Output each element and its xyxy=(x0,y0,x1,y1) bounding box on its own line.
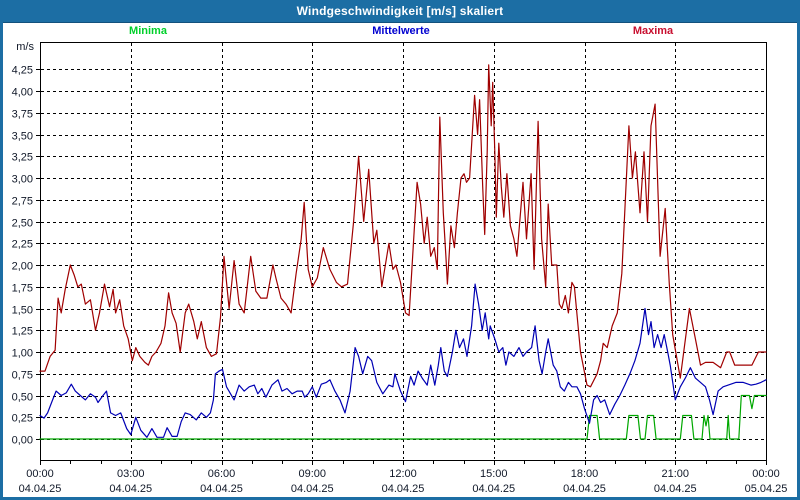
svg-text:2,25: 2,25 xyxy=(12,239,33,251)
svg-text:04.04.25: 04.04.25 xyxy=(109,483,152,495)
svg-text:0,00: 0,00 xyxy=(12,435,33,447)
legend-mittelwerte: Mittelwerte xyxy=(372,25,430,37)
legend-minima: Minima xyxy=(129,25,167,37)
svg-text:04.04.25: 04.04.25 xyxy=(200,483,243,495)
svg-text:12:00: 12:00 xyxy=(389,468,417,480)
svg-text:2,75: 2,75 xyxy=(12,196,33,208)
app-window: 0,00 0,25 0,50 0,75 1,00 1,25 1,50 1,75 2,00 2,25… xyxy=(0,0,800,500)
svg-text:3,00: 3,00 xyxy=(12,174,33,186)
svg-text:03:00: 03:00 xyxy=(117,468,145,480)
svg-text:3,75: 3,75 xyxy=(12,109,33,121)
svg-text:1,00: 1,00 xyxy=(12,348,33,360)
svg-text:4,25: 4,25 xyxy=(12,65,33,77)
svg-text:4,00: 4,00 xyxy=(12,87,33,99)
window-title: Windgeschwindigkeit [m/s] skaliert xyxy=(296,4,504,18)
svg-text:0,25: 0,25 xyxy=(12,413,33,425)
svg-text:1,75: 1,75 xyxy=(12,283,33,295)
svg-text:04.04.25: 04.04.25 xyxy=(19,483,62,495)
svg-text:0,50: 0,50 xyxy=(12,392,33,404)
svg-text:04.04.25: 04.04.25 xyxy=(654,483,697,495)
svg-text:09:00: 09:00 xyxy=(298,468,326,480)
svg-text:04.04.25: 04.04.25 xyxy=(472,483,515,495)
title-bar: Windgeschwindigkeit [m/s] skaliert xyxy=(3,0,797,23)
svg-text:00:00: 00:00 xyxy=(26,468,54,480)
svg-text:05.04.25: 05.04.25 xyxy=(745,483,788,495)
svg-text:3,25: 3,25 xyxy=(12,152,33,164)
svg-text:21:00: 21:00 xyxy=(661,468,689,480)
svg-text:3,50: 3,50 xyxy=(12,131,33,143)
svg-text:18:00: 18:00 xyxy=(571,468,599,480)
svg-text:04.04.25: 04.04.25 xyxy=(291,483,334,495)
y-axis-unit-label: m/s xyxy=(16,41,34,53)
svg-text:06:00: 06:00 xyxy=(208,468,236,480)
svg-text:00:00: 00:00 xyxy=(752,468,780,480)
legend-maxima: Maxima xyxy=(632,25,674,37)
svg-text:1,50: 1,50 xyxy=(12,305,33,317)
svg-text:15:00: 15:00 xyxy=(480,468,508,480)
svg-text:2,50: 2,50 xyxy=(12,218,33,230)
svg-text:04.04.25: 04.04.25 xyxy=(382,483,425,495)
svg-text:1,25: 1,25 xyxy=(12,326,33,338)
svg-text:0,75: 0,75 xyxy=(12,370,33,382)
svg-text:04.04.25: 04.04.25 xyxy=(563,483,606,495)
svg-text:2,00: 2,00 xyxy=(12,261,33,273)
plot-area: 0,00 0,25 0,50 0,75 1,00 1,25 1,50 1,75 2,00 2,25… xyxy=(12,42,788,495)
